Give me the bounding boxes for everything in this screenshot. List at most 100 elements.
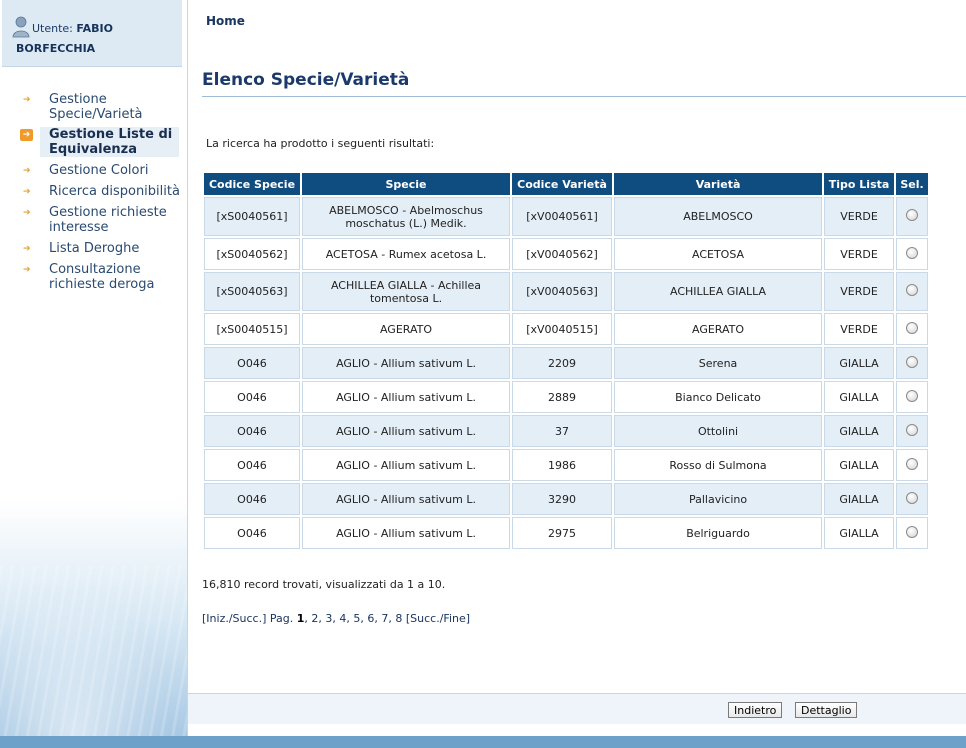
pager-page-link[interactable]: 8 <box>395 612 402 625</box>
table-cell: Pallavicino <box>614 483 823 515</box>
table-cell: O046 <box>204 449 300 481</box>
pager-page-link[interactable]: 2 <box>311 612 318 625</box>
user-prefix: Utente: <box>32 22 73 35</box>
select-cell <box>895 313 928 345</box>
table-cell: GIALLA <box>824 347 894 379</box>
table-cell: O046 <box>204 347 300 379</box>
table-cell: [xV0040561] <box>512 197 612 236</box>
table-cell: ABELMOSCO <box>614 197 823 236</box>
column-header: Codice Specie <box>204 173 300 195</box>
table-cell: [xV0040563] <box>512 272 612 311</box>
table-cell: AGERATO <box>301 313 511 345</box>
arrow-icon: ➔ <box>23 187 31 197</box>
table-cell: Ottolini <box>614 415 823 447</box>
user-icon <box>12 16 30 38</box>
select-radio[interactable] <box>905 246 918 259</box>
table-cell: GIALLA <box>824 483 894 515</box>
select-radio[interactable] <box>905 491 918 504</box>
table-row: [xS0040563] ACHILLEA GIALLA - Achillea to… <box>204 272 928 311</box>
table-cell: [xS0040515] <box>204 313 300 345</box>
sidebar-item-label: Gestione Liste di Equivalenza <box>40 127 179 157</box>
sidebar-item-label: Gestione Colori <box>49 163 149 178</box>
sidebar: Utente: FABIO BORFECCHIA ➔ Gestione Speci… <box>0 0 188 736</box>
table-cell: Bianco Delicato <box>614 381 823 413</box>
select-radio[interactable] <box>905 389 918 402</box>
table-cell: [xS0040561] <box>204 197 300 236</box>
select-radio[interactable] <box>905 209 918 221</box>
table-cell: 3290 <box>512 483 612 515</box>
arrow-icon: ➔ <box>23 265 31 275</box>
detail-button[interactable]: Dettaglio <box>795 702 858 718</box>
pager-next-last[interactable]: [Succ./Fine] <box>406 612 470 625</box>
table-cell: 37 <box>512 415 612 447</box>
table-header-row: Codice Specie Specie Codice Varietà Varietà… <box>204 173 928 195</box>
table-cell: VERDE <box>824 313 894 345</box>
user-box: Utente: FABIO BORFECCHIA <box>2 0 182 67</box>
select-cell <box>895 197 928 236</box>
table-cell: AGLIO - Allium sativum L. <box>301 381 511 413</box>
table-cell: O046 <box>204 517 300 549</box>
table-row: O046 AGLIO - Allium sativum L. 1986 Rosso d… <box>204 449 928 481</box>
select-cell <box>895 347 928 379</box>
pager-page-link[interactable]: 6 <box>367 612 374 625</box>
user-last-name: BORFECCHIA <box>16 42 96 55</box>
column-header: Specie <box>301 173 511 195</box>
table-cell: O046 <box>204 415 300 447</box>
table-cell: GIALLA <box>824 381 894 413</box>
pager-page-link[interactable]: 7 <box>381 612 388 625</box>
table-row: O046 AGLIO - Allium sativum L. 2889 Bianco … <box>204 381 928 413</box>
table-cell: 2209 <box>512 347 612 379</box>
table-cell: AGLIO - Allium sativum L. <box>301 517 511 549</box>
sidebar-item-label: Ricerca disponibilità <box>49 184 180 199</box>
select-radio[interactable] <box>905 423 918 436</box>
arrow-icon: ➔ <box>23 244 31 254</box>
table-cell: VERDE <box>824 272 894 311</box>
back-button[interactable]: Indietro <box>728 702 783 718</box>
select-cell <box>895 238 928 270</box>
column-header: Codice Varietà <box>512 173 612 195</box>
table-cell: 1986 <box>512 449 612 481</box>
table-cell: AGLIO - Allium sativum L. <box>301 483 511 515</box>
table-cell: AGLIO - Allium sativum L. <box>301 347 511 379</box>
table-row: [xS0040561] ABELMOSCO - Abelmoschus mosch… <box>204 197 928 236</box>
table-cell: GIALLA <box>824 415 894 447</box>
select-cell <box>895 415 928 447</box>
results-table: Codice Specie Specie Codice Varietà Varietà… <box>202 171 930 551</box>
table-cell: VERDE <box>824 197 894 236</box>
table-cell: AGERATO <box>614 313 823 345</box>
table-row: O046 AGLIO - Allium sativum L. 2209 Serena G… <box>204 347 928 379</box>
table-cell: Serena <box>614 347 823 379</box>
sidebar-item-label: Lista Deroghe <box>49 241 140 256</box>
select-cell <box>895 483 928 515</box>
title-divider <box>202 96 966 97</box>
select-radio[interactable] <box>905 284 918 296</box>
select-radio[interactable] <box>905 525 918 538</box>
bottom-strip <box>0 736 966 748</box>
pager-page-link[interactable]: 3 <box>325 612 332 625</box>
sidebar-item-label: Gestione richieste interesse <box>49 205 167 235</box>
table-cell: ACETOSA - Rumex acetosa L. <box>301 238 511 270</box>
pager-first-next[interactable]: [Iniz./Succ.] Pag. <box>202 612 293 625</box>
user-label: Utente: FABIO <box>32 22 113 35</box>
select-cell <box>895 272 928 311</box>
select-cell <box>895 449 928 481</box>
select-cell <box>895 381 928 413</box>
select-radio[interactable] <box>905 457 918 470</box>
table-cell: [xS0040563] <box>204 272 300 311</box>
table-cell: [xV0040515] <box>512 313 612 345</box>
table-row: O046 AGLIO - Allium sativum L. 3290 Pallavi… <box>204 483 928 515</box>
table-cell: [xS0040562] <box>204 238 300 270</box>
select-cell <box>895 517 928 549</box>
table-cell: AGLIO - Allium sativum L. <box>301 415 511 447</box>
table-cell: GIALLA <box>824 517 894 549</box>
select-radio[interactable] <box>905 321 918 334</box>
pager-page-link[interactable]: 4 <box>339 612 346 625</box>
pager-page-link[interactable]: 5 <box>353 612 360 625</box>
select-radio[interactable] <box>905 355 918 368</box>
table-row: [xS0040515] AGERATO [xV0040515] AGERATO VERD… <box>204 313 928 345</box>
breadcrumb-home[interactable]: Home <box>206 14 245 28</box>
table-cell: Rosso di Sulmona <box>614 449 823 481</box>
column-header: Sel. <box>895 173 928 195</box>
table-row: O046 AGLIO - Allium sativum L. 37 Ottolini G… <box>204 415 928 447</box>
user-first-name: FABIO <box>76 22 113 35</box>
